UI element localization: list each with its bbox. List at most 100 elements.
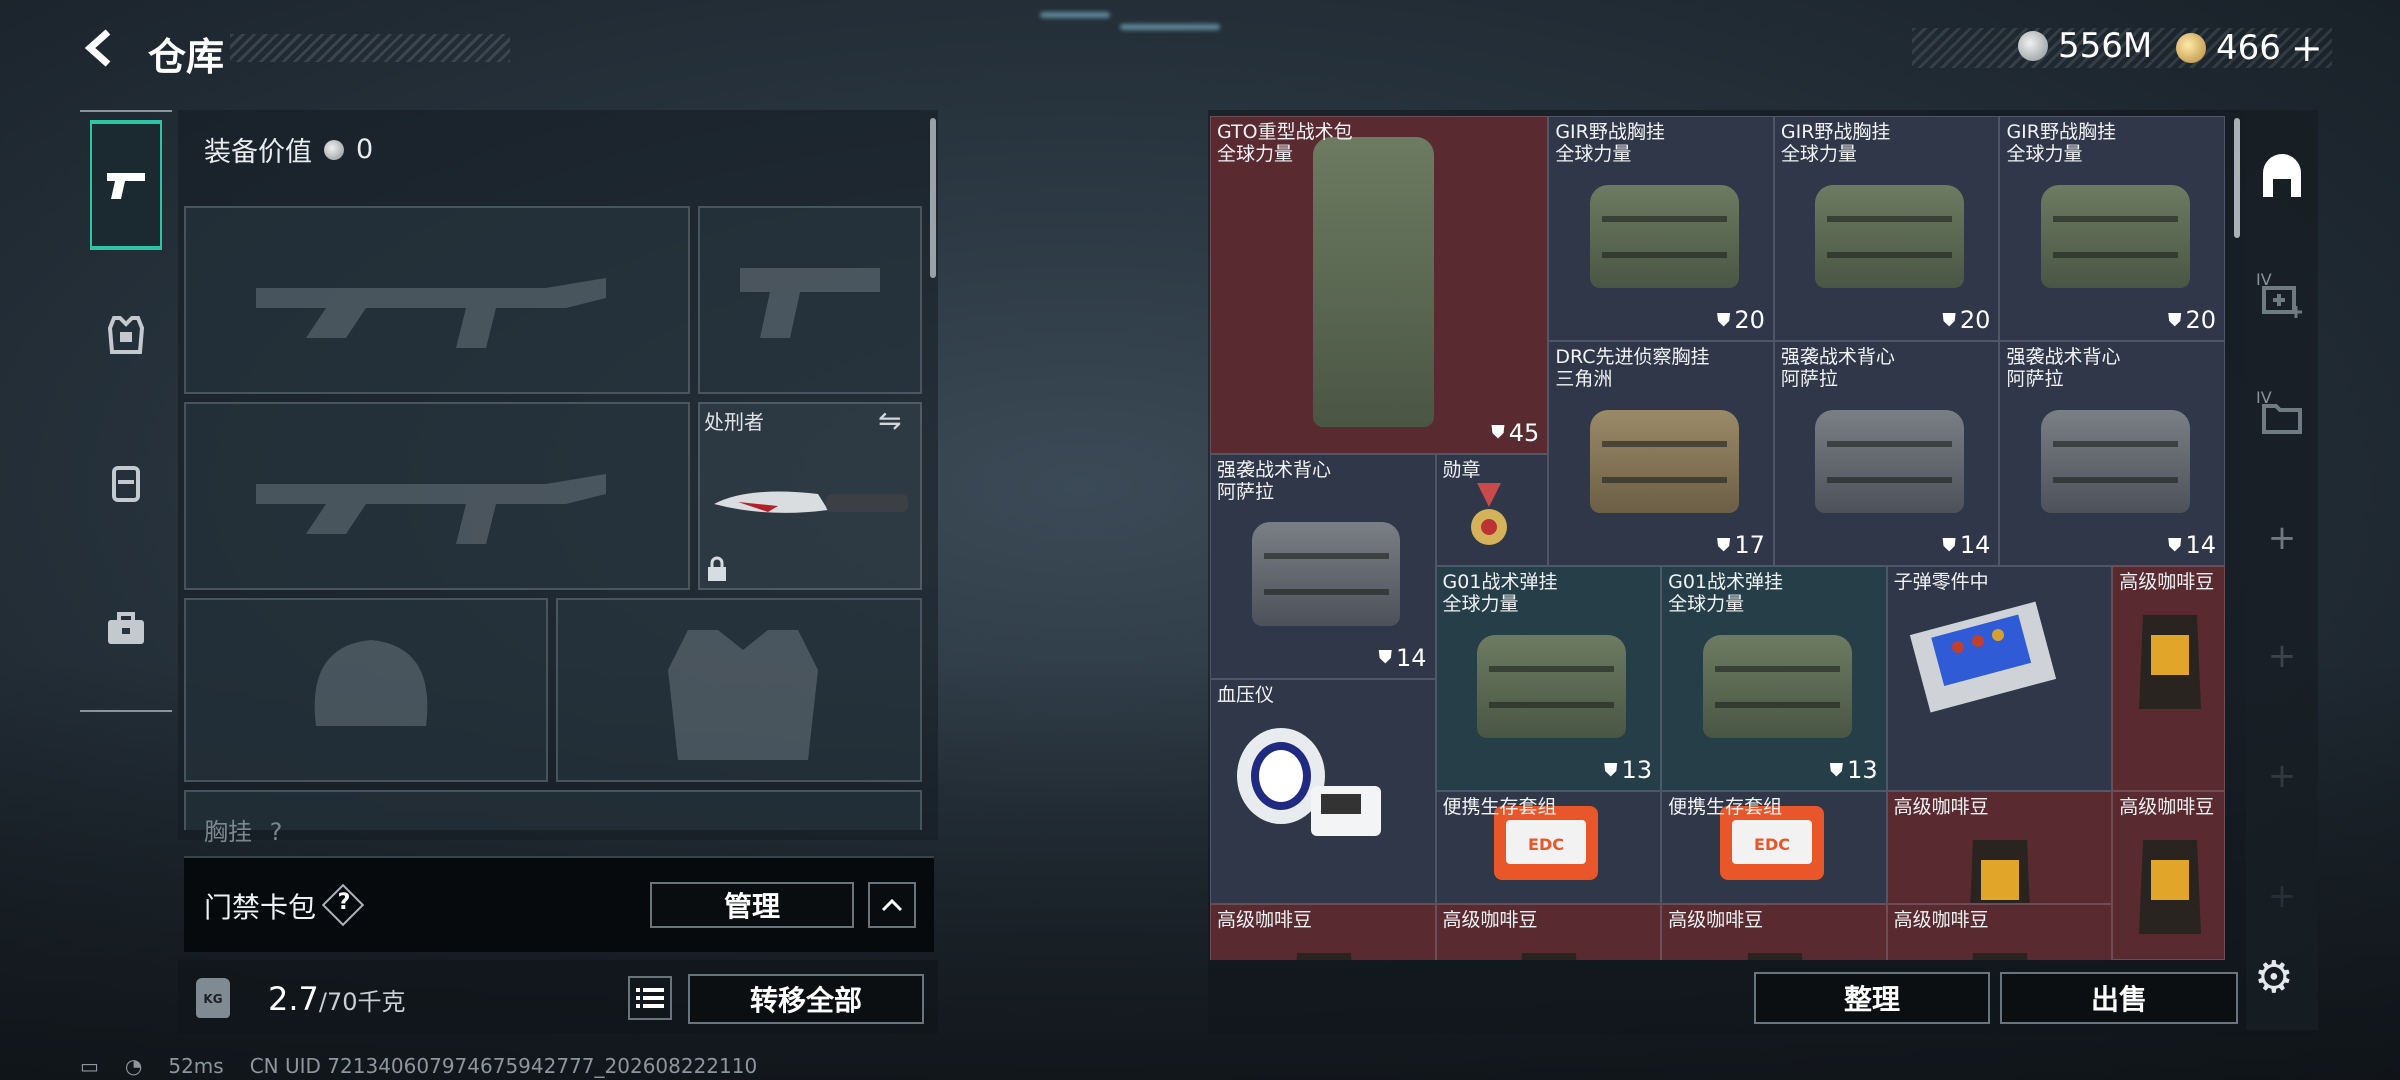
tier-label: IV bbox=[2256, 388, 2272, 407]
warehouse-item[interactable]: 子弹零件中 bbox=[1886, 566, 2113, 791]
add-storage-tab[interactable]: + bbox=[2252, 626, 2312, 686]
warehouse-item[interactable]: EDC 便携生存套组 bbox=[1661, 791, 1887, 904]
equipment-value-label: 装备价值 bbox=[204, 137, 312, 168]
warehouse-item[interactable]: 高级咖啡豆 bbox=[1886, 791, 2113, 904]
item-name: 高级咖啡豆 bbox=[1442, 908, 1538, 931]
expand-button[interactable] bbox=[868, 882, 916, 928]
coffee-bag-icon bbox=[1740, 943, 1810, 960]
item-durability: ⛊ 14 bbox=[2168, 531, 2216, 559]
item-name: G01战术弹挂 全球力量 bbox=[1668, 571, 1784, 615]
back-arrow-icon[interactable] bbox=[78, 26, 122, 70]
rail-tab-rig[interactable] bbox=[90, 418, 162, 548]
durability-icon: ⛊ bbox=[2167, 534, 2182, 556]
warehouse-item[interactable]: GIR野战胸挂 全球力量 ⛊ 20 bbox=[1999, 116, 2225, 341]
storage-tab-3[interactable]: IV bbox=[2252, 386, 2312, 446]
wifi-icon: ◔ bbox=[124, 1054, 143, 1078]
rail-tab-armor[interactable] bbox=[90, 270, 162, 400]
durability-value: 20 bbox=[1734, 306, 1765, 334]
manage-button[interactable]: 管理 bbox=[650, 882, 854, 928]
keycard-label: 门禁卡包 bbox=[204, 891, 317, 924]
item-durability: ⛊ 20 bbox=[2168, 306, 2216, 334]
durability-value: 17 bbox=[1734, 531, 1765, 559]
warehouse-item[interactable]: 高级咖啡豆 bbox=[1435, 903, 1662, 960]
warehouse-item[interactable]: EDC 便携生存套组 bbox=[1435, 791, 1662, 904]
item-name: 高级咖啡豆 bbox=[1893, 796, 1989, 818]
warehouse-item[interactable]: G01战术弹挂 全球力量 ⛊ 13 bbox=[1435, 566, 1662, 791]
pistol-icon bbox=[107, 173, 145, 199]
gold-coin-icon bbox=[2176, 33, 2206, 63]
helmet-slot[interactable] bbox=[184, 598, 548, 782]
durability-icon: ⛊ bbox=[1491, 422, 1505, 443]
warehouse-item[interactable]: 高级咖啡豆 bbox=[1661, 903, 1887, 960]
secondary-weapon-slot[interactable] bbox=[698, 206, 922, 394]
uid-readout: CN UID 721340607974675942777_20260822211… bbox=[249, 1054, 758, 1078]
durability-icon: ⛊ bbox=[2167, 309, 2182, 331]
item-durability: ⛊ 14 bbox=[1379, 644, 1427, 672]
chevron-up-icon bbox=[881, 898, 903, 912]
warehouse-item[interactable]: 强袭战术背心 阿萨拉 ⛊ 14 bbox=[1210, 453, 1436, 679]
tactical-rig-icon bbox=[1477, 634, 1626, 738]
ping-readout: 52ms bbox=[168, 1054, 224, 1078]
warehouse-item[interactable]: 勋章 bbox=[1435, 453, 1549, 566]
item-name: 高级咖啡豆 bbox=[1217, 908, 1313, 931]
rail-tab-weapons[interactable] bbox=[90, 120, 162, 250]
add-gold-button[interactable]: + bbox=[2291, 26, 2323, 70]
gold-currency[interactable]: 466 + bbox=[2176, 26, 2323, 70]
settings-gear-icon[interactable]: ⚙ bbox=[2254, 952, 2293, 1003]
warehouse-item[interactable]: 强袭战术背心 阿萨拉 ⛊ 14 bbox=[1773, 341, 2000, 566]
silver-amount: 556M bbox=[2058, 26, 2153, 66]
body-armor-slot[interactable] bbox=[556, 598, 922, 782]
durability-icon: ⛊ bbox=[1942, 309, 1956, 331]
add-storage-tab[interactable]: + bbox=[2252, 508, 2312, 568]
item-name: 子弹零件中 bbox=[1893, 571, 1989, 593]
warehouse-item[interactable]: G01战术弹挂 全球力量 ⛊ 13 bbox=[1661, 566, 1887, 791]
durability-value: 14 bbox=[2185, 531, 2216, 559]
warehouse-item[interactable]: 高级咖啡豆 bbox=[2112, 791, 2225, 960]
list-icon bbox=[636, 988, 664, 1008]
page-title: 仓库 bbox=[148, 35, 225, 79]
safe-house-icon bbox=[2263, 154, 2301, 197]
add-storage-tab[interactable]: + bbox=[2252, 746, 2312, 806]
durability-value: 20 bbox=[1959, 306, 1991, 334]
durability-icon: ⛊ bbox=[1716, 534, 1731, 556]
warehouse-item[interactable]: 高级咖啡豆 bbox=[2112, 566, 2225, 791]
sort-button[interactable]: 整理 bbox=[1754, 972, 1990, 1024]
rifle-silhouette-icon bbox=[256, 474, 606, 544]
add-storage-tab[interactable]: + bbox=[2252, 866, 2312, 926]
tactical-rig-icon bbox=[1702, 634, 1852, 738]
transfer-all-button[interactable]: 转移全部 bbox=[688, 974, 924, 1024]
secondary-rifle-slot[interactable] bbox=[184, 402, 690, 590]
durability-value: 20 bbox=[2185, 306, 2216, 334]
warehouse-item[interactable]: 强袭战术背心 阿萨拉 ⛊ 14 bbox=[1999, 341, 2225, 566]
warehouse-item[interactable]: DRC先进侦察胸挂 三角洲 ⛊ 17 bbox=[1548, 341, 1774, 566]
pistol-silhouette-icon bbox=[740, 268, 880, 338]
storage-tab[interactable] bbox=[2252, 148, 2312, 208]
list-view-button[interactable] bbox=[628, 976, 672, 1020]
plus-icon: + bbox=[2267, 518, 2297, 558]
coffee-bag-icon bbox=[2135, 605, 2205, 719]
warehouse-scrollbar[interactable] bbox=[2234, 118, 2240, 238]
rail-tab-case[interactable] bbox=[90, 564, 162, 694]
equipment-scrollbar[interactable] bbox=[930, 118, 936, 278]
warehouse-item[interactable]: GTO重型战术包 全球力量 ⛊ 45 bbox=[1210, 116, 1549, 454]
durability-icon: ⛊ bbox=[1942, 534, 1956, 556]
chest-rig-icon bbox=[112, 466, 140, 502]
item-name: 高级咖啡豆 bbox=[2119, 571, 2215, 593]
silver-coin-icon bbox=[2018, 31, 2048, 61]
warehouse-item[interactable]: 高级咖啡豆 bbox=[1886, 903, 2113, 960]
primary-weapon-slot[interactable] bbox=[184, 206, 690, 394]
warehouse-item[interactable]: 血压仪 bbox=[1210, 678, 1436, 904]
warehouse-item[interactable]: GIR野战胸挂 全球力量 ⛊ 20 bbox=[1548, 116, 1774, 341]
warehouse-item[interactable]: 高级咖啡豆 bbox=[1210, 903, 1436, 960]
storage-tab-2[interactable]: IV bbox=[2252, 268, 2312, 328]
status-bar: ▭ ◔ 52ms CN UID 721340607974675942777_20… bbox=[80, 1054, 757, 1078]
chest-rig-slot[interactable] bbox=[184, 790, 922, 830]
durability-value: 14 bbox=[1396, 643, 1427, 672]
warehouse-item[interactable]: GIR野战胸挂 全球力量 ⛊ 20 bbox=[1773, 116, 2000, 341]
tactical-rig-icon bbox=[1815, 409, 1965, 513]
item-name: 血压仪 bbox=[1217, 683, 1275, 706]
sell-button[interactable]: 出售 bbox=[2000, 972, 2238, 1024]
tactical-rig-icon bbox=[2041, 184, 2190, 288]
armor-vest-icon bbox=[107, 316, 145, 354]
swap-icon[interactable]: ⇋ bbox=[878, 404, 901, 437]
